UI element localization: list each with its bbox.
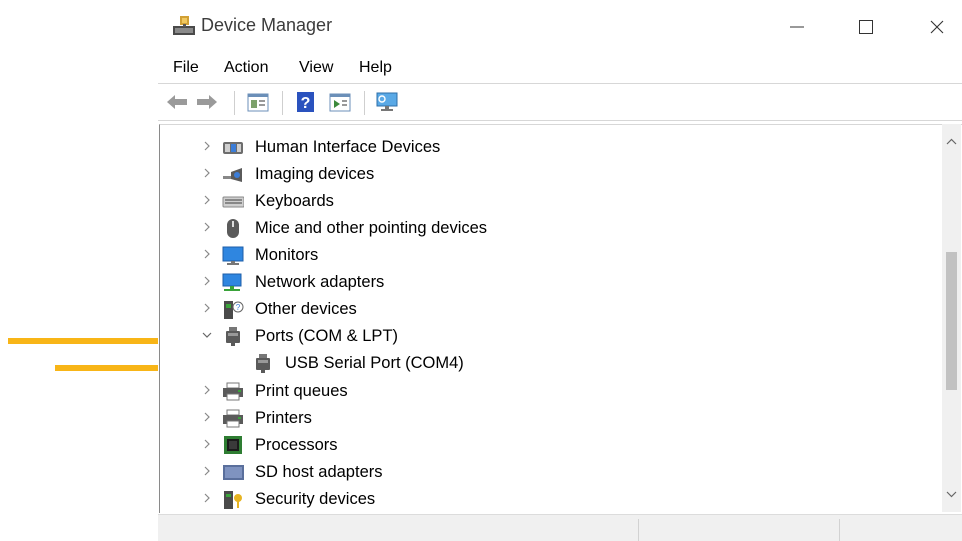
scrollbar-thumb[interactable]: [946, 252, 957, 390]
tree-item-label: Network adapters: [255, 273, 385, 291]
device-tree[interactable]: Human Interface Devices Imaging devices …: [159, 124, 962, 513]
forward-icon: [197, 95, 217, 109]
chevron-right-icon[interactable]: [200, 383, 214, 397]
tree-item-keyboards[interactable]: Keyboards: [160, 188, 940, 215]
toolbar-separator: [364, 91, 365, 115]
tree-item-label: Monitors: [255, 246, 319, 264]
tree-item-label: Printers: [255, 409, 312, 427]
menu-action[interactable]: Action: [224, 59, 268, 77]
status-bar: [158, 514, 962, 541]
chevron-right-icon[interactable]: [200, 301, 214, 315]
toolbar-separator: [234, 91, 235, 115]
keyboard-icon: [222, 196, 244, 208]
menu-help[interactable]: Help: [359, 59, 392, 77]
minimize-icon: [790, 26, 804, 28]
menu-file[interactable]: File: [173, 59, 199, 77]
chevron-right-icon[interactable]: [200, 247, 214, 261]
help-button[interactable]: ?: [294, 90, 320, 114]
tree-item-usb-serial-port-com4[interactable]: USB Serial Port (COM4): [160, 350, 940, 377]
chevron-right-icon[interactable]: [200, 491, 214, 505]
chevron-right-icon[interactable]: [200, 220, 214, 234]
mouse-icon: [227, 219, 239, 238]
maximize-icon: [859, 20, 873, 34]
tree-item-label: SD host adapters: [255, 463, 383, 481]
scroll-up-arrow-icon[interactable]: [946, 138, 957, 146]
window-title: Device Manager: [201, 15, 333, 35]
toolbar-separator: [282, 91, 283, 115]
tree-item-imaging-devices[interactable]: Imaging devices: [160, 161, 940, 188]
chevron-right-icon[interactable]: [200, 464, 214, 478]
chevron-down-icon[interactable]: [200, 328, 214, 342]
tree-item-label: Ports (COM & LPT): [255, 327, 399, 345]
tree-item-print-queues[interactable]: Print queues: [160, 378, 940, 405]
processor-icon: [224, 436, 242, 454]
tree-item-label: Other devices: [255, 300, 357, 318]
tree-item-ports-com-lpt[interactable]: Ports (COM & LPT): [160, 323, 940, 350]
back-button[interactable]: [164, 90, 190, 114]
printer-icon: [223, 382, 243, 401]
printer-icon: [223, 409, 243, 428]
properties-icon: [247, 93, 269, 112]
forward-button[interactable]: [194, 90, 220, 114]
scan-hardware-button[interactable]: [374, 90, 400, 114]
tree-item-other-devices[interactable]: ? Other devices: [160, 296, 940, 323]
chevron-right-icon[interactable]: [200, 274, 214, 288]
device-manager-app-icon: [172, 14, 196, 36]
svg-text:?: ?: [236, 303, 241, 312]
title-bar[interactable]: Device Manager: [158, 0, 962, 52]
help-icon: ?: [297, 92, 314, 112]
scroll-down-arrow-icon[interactable]: [946, 490, 957, 498]
tree-item-mice-and-other-pointing-devices[interactable]: Mice and other pointing devices: [160, 215, 940, 242]
update-driver-icon: [329, 93, 351, 112]
unknown-device-icon: ?: [224, 301, 244, 319]
status-separator: [638, 519, 639, 541]
menu-view[interactable]: View: [299, 59, 333, 77]
tree-item-security-devices[interactable]: Security devices: [160, 486, 940, 513]
tree-item-label: USB Serial Port (COM4): [285, 354, 464, 372]
maximize-button[interactable]: [843, 14, 889, 40]
chevron-right-icon[interactable]: [200, 166, 214, 180]
port-icon: [256, 354, 270, 373]
chevron-right-icon[interactable]: [200, 139, 214, 153]
back-icon: [167, 95, 187, 109]
tree-item-processors[interactable]: Processors: [160, 432, 940, 459]
tree-item-label: Mice and other pointing devices: [255, 219, 488, 237]
chevron-right-icon[interactable]: [200, 193, 214, 207]
hid-icon: [223, 142, 243, 154]
update-driver-button[interactable]: [328, 90, 354, 114]
tree-item-label: Security devices: [255, 490, 376, 508]
toolbar: ?: [158, 84, 962, 121]
menu-bar: File Action View Help: [158, 55, 962, 84]
tree-item-label: Keyboards: [255, 192, 334, 210]
chevron-right-icon[interactable]: [200, 410, 214, 424]
tree-item-monitors[interactable]: Monitors: [160, 242, 940, 269]
tree-item-human-interface-devices[interactable]: Human Interface Devices: [160, 134, 940, 161]
security-icon: [224, 491, 242, 509]
sd-card-icon: [223, 465, 244, 480]
monitor-icon: [222, 246, 244, 265]
close-icon: [930, 20, 944, 34]
tree-item-sd-host-adapters[interactable]: SD host adapters: [160, 459, 940, 486]
svg-text:?: ?: [301, 95, 311, 112]
chevron-right-icon[interactable]: [200, 437, 214, 451]
tree-item-label: Processors: [255, 436, 338, 454]
status-separator: [839, 519, 840, 541]
tree-item-label: Imaging devices: [255, 165, 375, 183]
port-icon: [226, 327, 240, 346]
close-button[interactable]: [914, 14, 960, 40]
tree-item-network-adapters[interactable]: Network adapters: [160, 269, 940, 296]
tree-item-printers[interactable]: Printers: [160, 405, 940, 432]
vertical-scrollbar[interactable]: [942, 124, 961, 512]
camera-icon: [223, 168, 242, 182]
scan-hardware-icon: [376, 92, 398, 111]
properties-button[interactable]: [246, 90, 272, 114]
minimize-button[interactable]: [774, 14, 820, 40]
network-icon: [222, 273, 242, 291]
tree-item-label: Print queues: [255, 382, 348, 400]
tree-item-label: Human Interface Devices: [255, 138, 441, 156]
device-manager-window: Device Manager File Action View Help ? H…: [158, 0, 962, 541]
